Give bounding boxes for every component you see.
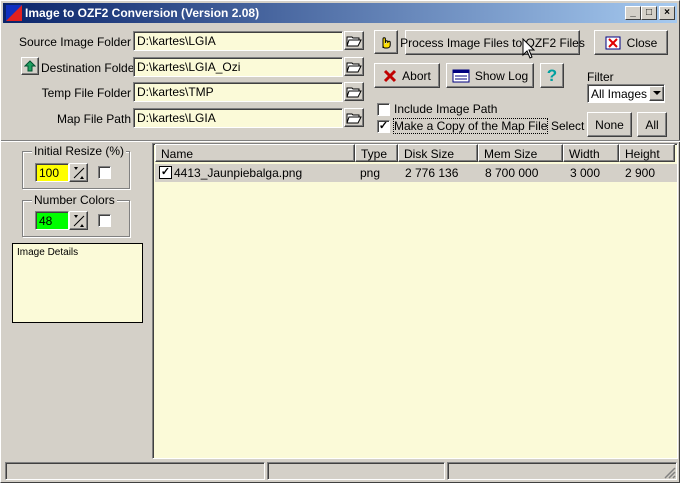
colors-group-title: Number Colors [32, 193, 117, 207]
chevron-down-icon[interactable] [649, 86, 664, 101]
log-list-icon [452, 69, 470, 82]
map-path-field[interactable]: D:\kartes\LGIA [133, 108, 343, 128]
process-button[interactable]: Process Image Files to OZF2 Files [400, 30, 585, 55]
resize-value-field[interactable]: 100 [35, 163, 69, 182]
folder-open-icon [346, 87, 362, 97]
row-type: png [360, 166, 381, 180]
row-mem-size: 8 700 000 [485, 166, 539, 180]
resize-grip-icon[interactable] [663, 466, 676, 479]
row-height: 2 900 [625, 166, 656, 180]
row-checkbox[interactable]: ✓ [159, 166, 172, 179]
include-image-path-label: Include Image Path [394, 102, 498, 116]
resize-spinner[interactable] [69, 163, 88, 182]
title-bar[interactable]: Image to OZF2 Conversion (Version 2.08) … [3, 3, 677, 23]
destination-browse-button[interactable] [344, 57, 364, 76]
copy-map-file-checkbox[interactable]: ✓ [377, 120, 390, 133]
column-header-type[interactable]: Type [355, 144, 398, 162]
select-none-label: None [595, 117, 624, 132]
column-header-disk-size[interactable]: Disk Size [398, 144, 478, 162]
arrow-up-icon [24, 60, 36, 72]
column-height-label: Height [625, 147, 660, 161]
column-width-label: Width [569, 147, 600, 161]
checkmark-icon: ✓ [160, 166, 171, 178]
column-mem-size-label: Mem Size [484, 147, 538, 161]
source-folder-label: Source Image Folder [18, 35, 131, 49]
colors-checkbox[interactable] [98, 214, 111, 227]
temp-folder-label: Temp File Folder [41, 86, 131, 100]
destination-folder-field[interactable]: D:\kartes\LGIA_Ozi [133, 57, 343, 77]
map-path-label: Map File Path [56, 112, 131, 126]
column-header-mem-size[interactable]: Mem Size [478, 144, 563, 162]
x-icon [384, 69, 397, 82]
minimize-button[interactable]: _ [625, 6, 641, 20]
folder-open-icon [346, 36, 362, 46]
resize-group-title: Initial Resize (%) [32, 144, 127, 158]
spinner-arrows-icon [73, 166, 84, 179]
source-browse-button[interactable] [344, 31, 364, 50]
help-button[interactable]: ? [540, 63, 564, 88]
select-none-button[interactable]: None [587, 112, 632, 137]
app-window: Image to OZF2 Conversion (Version 2.08) … [0, 0, 680, 483]
abort-button-label: Abort [402, 68, 431, 83]
copy-map-file-label: Make a Copy of the Map File [392, 118, 549, 134]
show-log-button-label: Show Log [474, 68, 529, 83]
panel-separator [1, 140, 680, 142]
status-panel-3 [447, 462, 677, 480]
select-all-label: All [645, 117, 659, 132]
window-title: Image to OZF2 Conversion (Version 2.08) [25, 6, 260, 20]
destination-folder-label: Destination Folder [41, 61, 139, 75]
folder-open-icon [346, 113, 362, 123]
temp-browse-button[interactable] [344, 82, 364, 101]
colors-value-field[interactable]: 48 [35, 211, 69, 230]
select-label: Select [551, 119, 585, 133]
image-details-label: Image Details [17, 247, 79, 258]
filter-label: Filter [587, 70, 614, 84]
row-name: 4413_Jaunpiebalga.png [174, 166, 303, 180]
colors-spinner[interactable] [69, 211, 88, 230]
close-window-button[interactable]: × [659, 6, 675, 20]
show-log-button[interactable]: Show Log [446, 63, 534, 88]
column-disk-size-label: Disk Size [404, 147, 455, 161]
status-panel-2 [267, 462, 445, 480]
process-button-label: Process Image Files to OZF2 Files [400, 35, 585, 50]
filter-selected: All Images [591, 87, 648, 101]
close-button-label: Close [626, 35, 658, 50]
filter-dropdown[interactable]: All Images [587, 84, 665, 103]
checkmark-icon: ✓ [378, 120, 389, 132]
status-panel-1 [5, 462, 265, 480]
folder-open-icon [346, 62, 362, 72]
wizard-button[interactable] [374, 30, 398, 54]
resize-checkbox[interactable] [98, 166, 111, 179]
column-header-name[interactable]: Name [155, 144, 355, 162]
maximize-button[interactable]: □ [641, 6, 657, 20]
row-width: 3 000 [570, 166, 601, 180]
file-list[interactable]: Name Type Disk Size Mem Size Width Heigh… [152, 143, 678, 459]
row-disk-size: 2 776 136 [405, 166, 459, 180]
hand-pointer-icon [382, 37, 391, 49]
column-header-width[interactable]: Width [563, 144, 619, 162]
image-details-panel: Image Details [12, 243, 143, 323]
column-header-height[interactable]: Height [619, 144, 675, 162]
help-icon: ? [546, 65, 558, 85]
close-button[interactable]: Close [594, 30, 668, 55]
close-icon [605, 36, 621, 49]
select-all-button[interactable]: All [637, 112, 667, 137]
map-browse-button[interactable] [344, 108, 364, 127]
temp-folder-field[interactable]: D:\kartes\TMP [133, 82, 343, 102]
include-image-path-checkbox[interactable] [377, 103, 390, 116]
column-type-label: Type [361, 147, 388, 161]
app-icon [6, 5, 22, 21]
table-row[interactable]: ✓ 4413_Jaunpiebalga.png png 2 776 136 8 … [155, 164, 677, 182]
column-name-label: Name [161, 147, 194, 161]
mouse-cursor-icon [522, 38, 536, 59]
spinner-arrows-icon [73, 214, 84, 227]
destination-up-button[interactable] [21, 57, 39, 75]
source-folder-field[interactable]: D:\kartes\LGIA [133, 31, 343, 51]
abort-button[interactable]: Abort [374, 63, 440, 88]
